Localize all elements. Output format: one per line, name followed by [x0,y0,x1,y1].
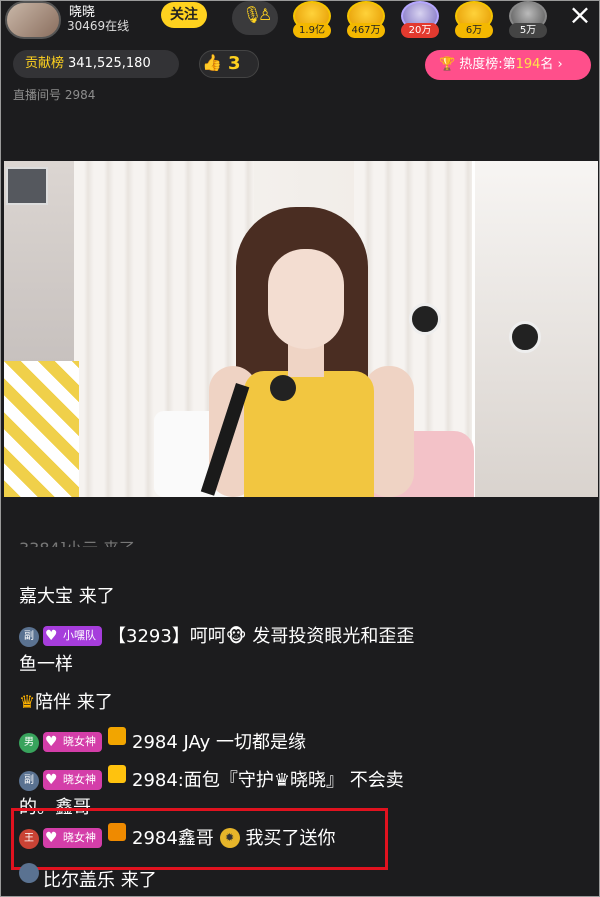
user-icon: ♙ [258,5,273,24]
chat-username[interactable]: 陪伴 [35,692,71,713]
guard-badge-icon: ✹ [219,828,240,848]
heart-icon: ♥ [45,830,58,846]
chevron-right-icon: › [553,57,563,72]
chat-username[interactable]: 比尔盖乐 [43,870,115,891]
clock-icon [509,321,541,353]
like-count: 3 [228,53,241,74]
chat-message-highlighted: 王 ♥ 晓女神 2984鑫哥 ✹ 我买了送你 [19,823,336,850]
level-badge: 副 [19,627,39,647]
thumb-icon: 👍 [202,53,222,72]
chat-message: 比尔盖乐 来了 [19,863,157,892]
fan-club-name: 晓女神 [63,773,96,786]
chat-message: 副 ♥ 小嘿队 【3293】呵呵🐵 发哥投资眼光和歪歪 [19,622,414,648]
viewer-count-badge: 1.9亿 [293,23,331,38]
level-badge: 副 [19,771,39,791]
rank-suffix: 名 [540,57,554,72]
trophy-icon: 🏆 [439,57,456,72]
chat-message: ♛陪伴 来了 [19,688,113,714]
top-bar: 晓晓 30469在线 关注 🎙 ♙ 1.9亿 467万 20万 6万 5万 × [1,1,599,41]
chat-text: 来了 [76,692,113,713]
heart-icon: ♥ [45,772,58,788]
level-badge: 王 [19,829,39,849]
like-badge[interactable]: 👍 3 [199,50,259,78]
viewer-count-badge: 5万 [509,23,547,38]
clock-icon [409,303,441,335]
online-count: 30469在线 [67,19,130,33]
cushion [4,361,79,497]
chat-message: 嘉大宝 来了 [19,582,115,608]
contribution-value: 341,525,180 [68,56,151,71]
fan-club-tag: ♥ 晓女神 [43,828,102,848]
live-video[interactable] [4,161,598,497]
chat-message: 男 ♥ 晓女神 2984 JAy 一切都是缘 [19,727,306,754]
viewer-avatar-3[interactable]: 20万 [397,1,443,39]
chat-text: 来了 [78,586,115,607]
chat-text: 2984:面包『守护♛晓晓』 不会卖 [132,770,404,791]
chat-text: 来了 [120,870,157,891]
fan-club-name: 小嘿队 [63,629,96,642]
level-badge: 男 [19,733,39,753]
contribution-label: 贡献榜 [25,56,65,71]
chat-text: 2984 JAy 一切都是缘 [132,732,306,753]
chat-username[interactable]: 嘉大宝 [19,586,73,607]
host-avatar[interactable] [5,1,61,39]
level-badge [19,863,39,883]
streamer-face [268,249,344,349]
close-icon[interactable]: × [565,1,595,31]
viewer-avatar-4[interactable]: 6万 [451,1,497,39]
chat-username[interactable]: 2984鑫哥 [132,828,214,849]
chat-list[interactable]: 3384]小云 来了 嘉大宝 来了 副♥小嘿队【3293】呵呵🐵 发哥投资眼光和… [1,539,599,896]
medal-icon [108,823,126,841]
viewer-count-badge: 467万 [347,23,385,38]
crown-icon: ♛ [19,692,36,713]
chat-text: 我买了送你 [245,828,336,849]
follow-button[interactable]: 关注 [161,2,207,28]
chat-text: 【3293】呵呵🐵 发哥投资眼光和歪歪 [108,626,415,647]
rank-value: 194 [515,57,541,72]
contribution-ranking[interactable]: 贡献榜 341,525,180 [13,50,179,78]
viewer-count-badge: 20万 [401,23,439,38]
live-room-screen: 晓晓 30469在线 关注 🎙 ♙ 1.9亿 467万 20万 6万 5万 × [0,0,600,897]
heart-icon: ♥ [45,734,58,750]
fan-club-tag: ♥ 晓女神 [43,732,102,752]
fan-club-tag: ♥ 晓女神 [43,770,102,790]
fan-club-tag: ♥ 小嘿队 [43,626,102,646]
voice-link-button[interactable]: 🎙 ♙ [232,1,278,35]
speaker-icon [6,167,48,205]
heart-icon: ♥ [45,628,58,644]
room-id: 直播间号 2984 [13,88,96,102]
rank-label: 热度榜:第 [459,57,516,72]
chat-message: 副 ♥ 晓女神 2984:面包『守护♛晓晓』 不会卖 [19,765,404,792]
viewer-avatar-2[interactable]: 467万 [343,1,389,39]
fan-club-name: 晓女神 [63,735,96,748]
viewer-avatar-1[interactable]: 1.9亿 [289,1,335,39]
viewer-avatar-5[interactable]: 5万 [505,1,551,39]
heat-ranking-button[interactable]: 🏆 热度榜:第194名 › [425,50,591,80]
chat-partial-line: 3384]小云 来了 [19,535,135,547]
microphone-icon [270,375,296,401]
viewer-count-badge: 6万 [455,23,493,38]
chat-message-continued: 鱼一样 [19,654,73,675]
streamer-top [244,371,374,497]
medal-icon [108,765,126,783]
medal-icon [108,727,126,745]
fan-club-name: 晓女神 [63,831,96,844]
